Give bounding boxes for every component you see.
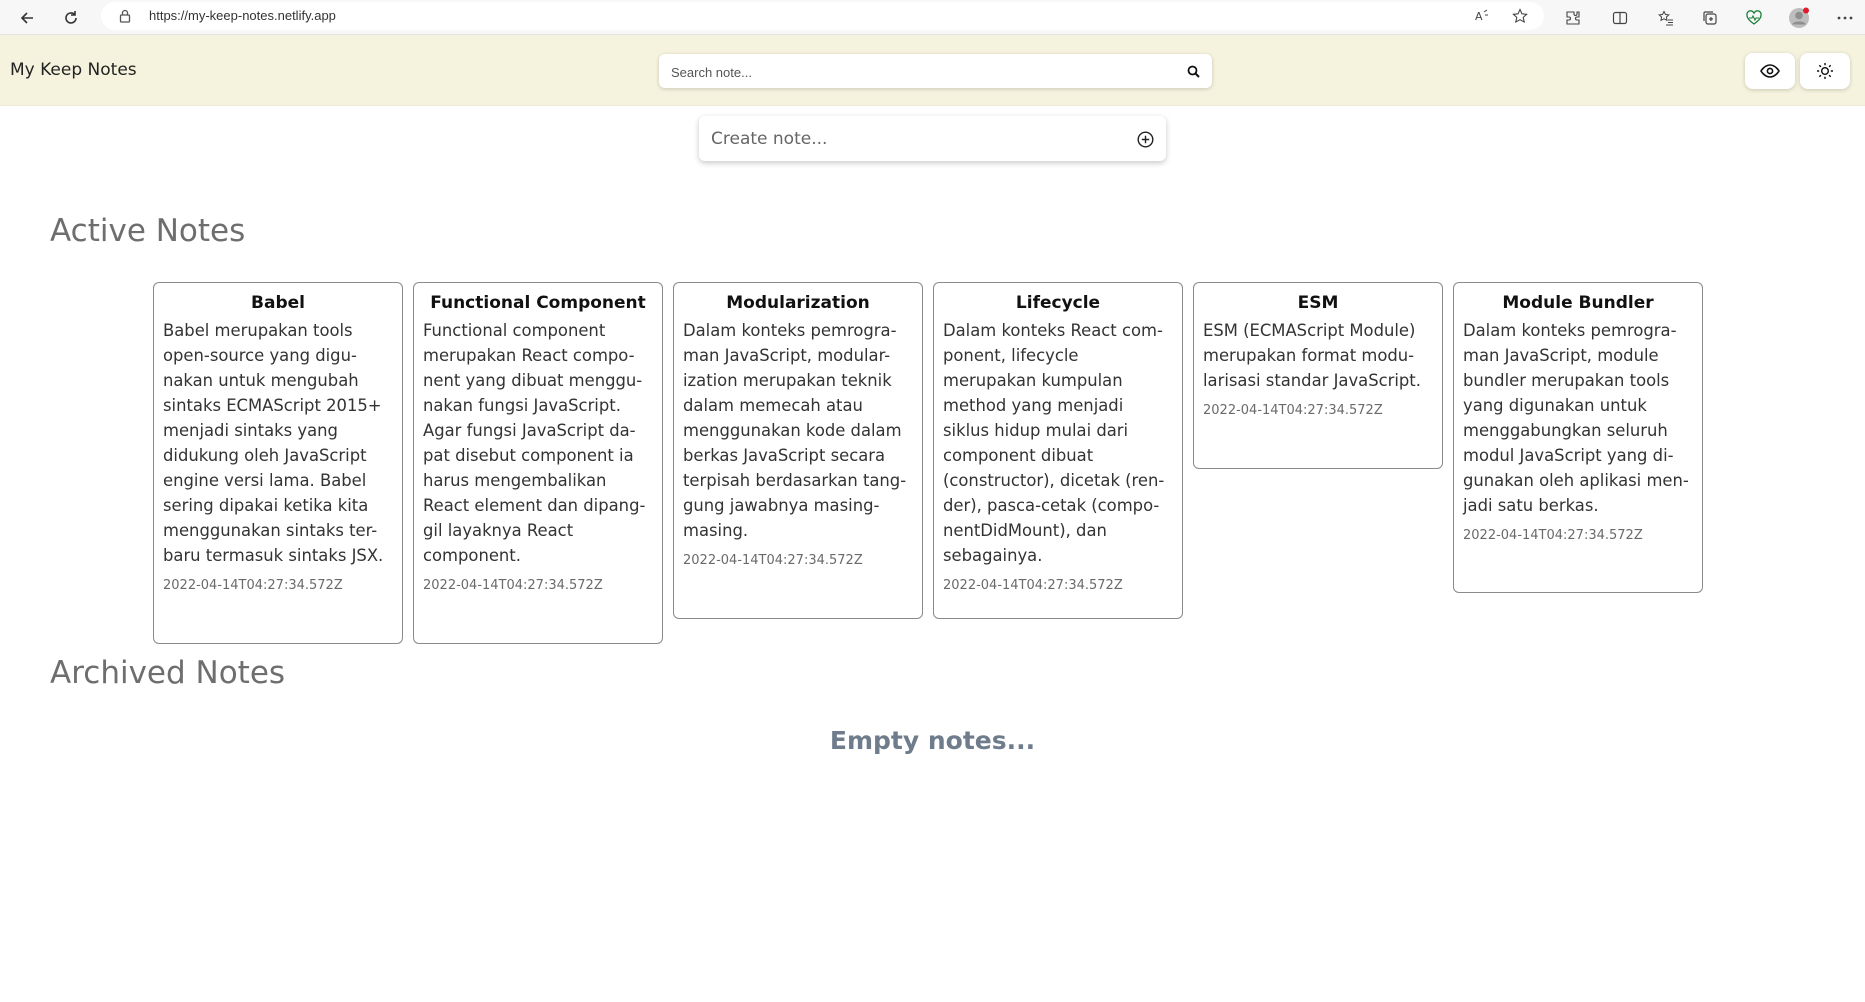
note-body: Functional component merupakan React com… (423, 321, 646, 565)
note-date: 2022-04-14T04:27:34.572Z (1463, 528, 1643, 543)
search-input[interactable] (669, 61, 1153, 83)
extensions-icon[interactable] (1561, 6, 1585, 30)
read-aloud-icon[interactable]: A (1470, 4, 1494, 28)
back-button[interactable] (14, 5, 40, 31)
performance-heart-icon[interactable] (1742, 6, 1766, 30)
favorite-star-icon[interactable] (1508, 4, 1532, 28)
archive-view-button[interactable] (1745, 53, 1795, 89)
add-note-icon[interactable] (1134, 128, 1156, 150)
note-date: 2022-04-14T04:27:34.572Z (683, 553, 863, 568)
note-card[interactable]: Module Bundler Dalam konteks pemrogra-ma… (1453, 282, 1703, 593)
search-icon[interactable] (1184, 62, 1202, 80)
note-title: Modularization (726, 293, 870, 313)
note-body: Dalam konteks React com-ponent, lifecycl… (943, 321, 1165, 565)
lock-icon (119, 9, 131, 28)
note-body: Babel merupakan tools open-source yang d… (163, 321, 384, 565)
sun-icon (1817, 63, 1833, 79)
app-header: My Keep Notes (0, 35, 1865, 106)
address-bar[interactable]: https://my-keep-notes.netlify.app A (101, 2, 1544, 30)
favorites-list-icon[interactable] (1654, 6, 1678, 30)
active-notes-heading: Active Notes (50, 213, 246, 249)
note-date: 2022-04-14T04:27:34.572Z (1203, 403, 1383, 418)
url-text: https://my-keep-notes.netlify.app (149, 8, 336, 23)
note-date: 2022-04-14T04:27:34.572Z (423, 578, 603, 593)
note-title: Functional Component (430, 293, 646, 313)
note-body: Dalam konteks pemrogra-man JavaScript, m… (683, 321, 907, 540)
note-card[interactable]: ESM ESM (ECMAScript Module) merupakan fo… (1193, 282, 1443, 469)
note-title: Module Bundler (1502, 293, 1654, 313)
note-body: ESM (ECMAScript Module) merupakan format… (1203, 321, 1421, 390)
theme-toggle-button[interactable] (1800, 53, 1850, 89)
note-date: 2022-04-14T04:27:34.572Z (163, 578, 343, 593)
archived-notes-heading: Archived Notes (50, 655, 286, 691)
back-arrow-icon (20, 12, 33, 24)
more-options-icon[interactable] (1833, 6, 1857, 30)
reload-icon (65, 11, 77, 24)
svg-text:A: A (1475, 10, 1483, 23)
browser-toolbar: https://my-keep-notes.netlify.app A (0, 0, 1865, 35)
reload-button[interactable] (58, 5, 84, 31)
note-title: Lifecycle (1015, 293, 1101, 313)
note-body: Dalam konteks pemrogra-man JavaScript, m… (1463, 321, 1689, 515)
search-box (659, 54, 1212, 88)
note-card[interactable]: Functional Component Functional componen… (413, 282, 663, 644)
eye-icon (1760, 64, 1780, 78)
empty-notes-message: Empty notes... (829, 726, 1036, 755)
note-card[interactable]: Lifecycle Dalam konteks React com-ponent… (933, 282, 1183, 619)
note-card[interactable]: Modularization Dalam konteks pemrogra-ma… (673, 282, 923, 619)
note-date: 2022-04-14T04:27:34.572Z (943, 578, 1123, 593)
collections-icon[interactable] (1698, 6, 1722, 30)
create-note-input[interactable] (709, 127, 1113, 151)
app-title: My Keep Notes (10, 60, 137, 80)
note-title: ESM (1297, 293, 1339, 313)
profile-avatar-icon[interactable] (1787, 6, 1811, 30)
note-card[interactable]: Babel Babel merupakan tools open-source … (153, 282, 403, 644)
split-screen-icon[interactable] (1608, 6, 1632, 30)
create-note-box (699, 116, 1166, 161)
note-title: Babel (251, 293, 305, 313)
